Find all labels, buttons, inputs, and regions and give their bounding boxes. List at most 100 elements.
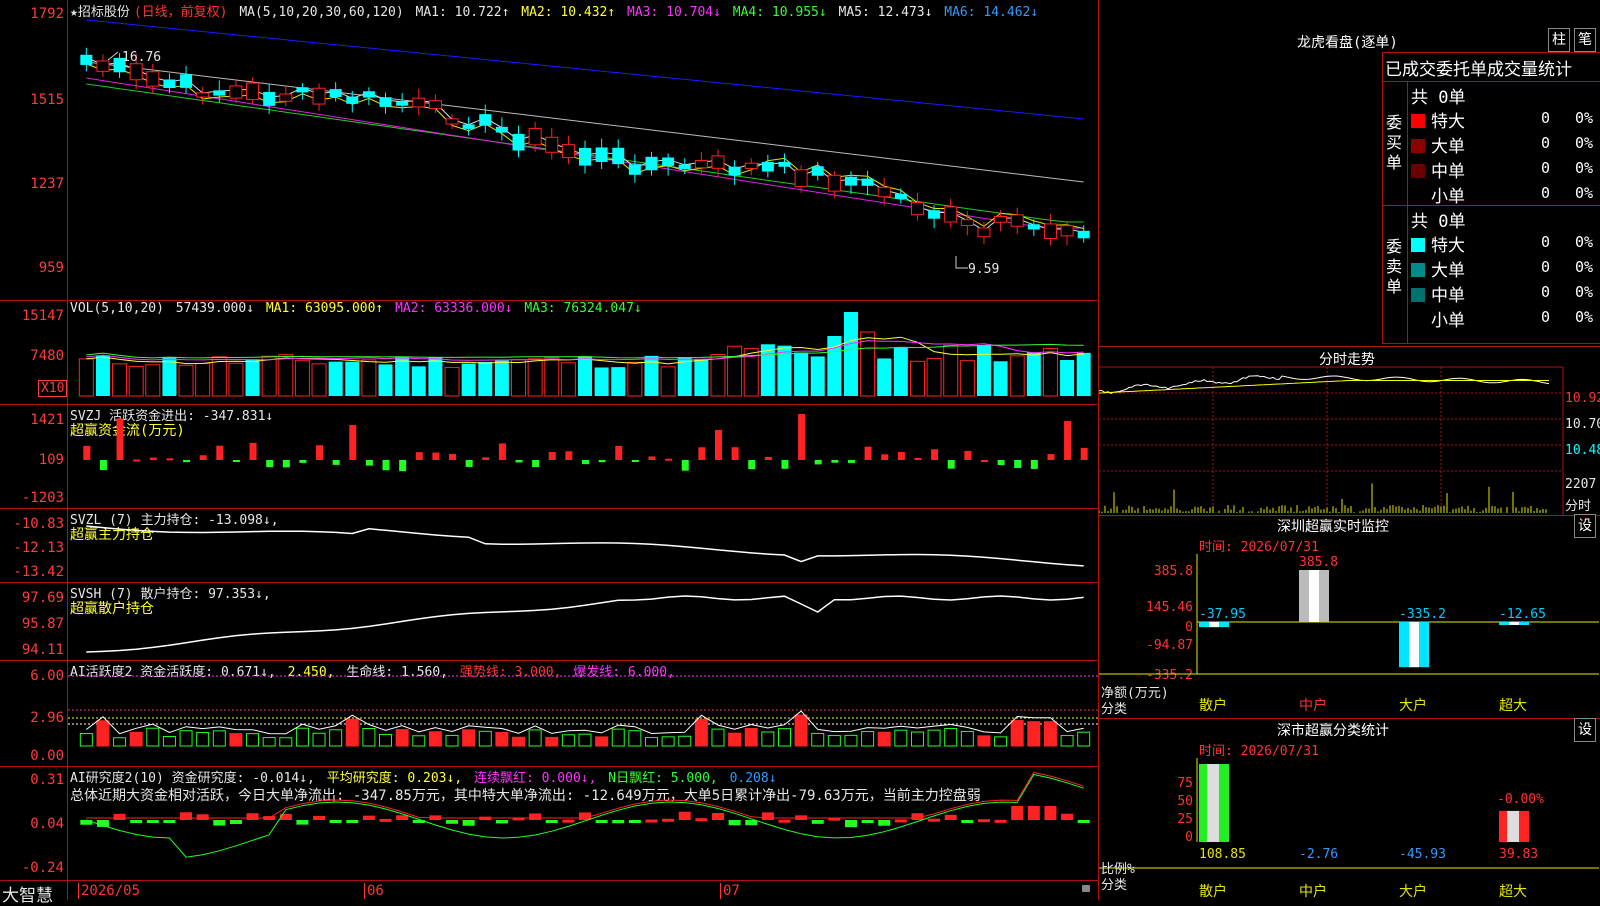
sz-class-plot[interactable]: 108.85 散户 -2.76 中户 -45.93 大户 39.83 超大 <box>1099 718 1600 900</box>
activity-bar <box>96 720 110 747</box>
research-bar <box>246 813 259 820</box>
order-percent: 0% <box>1575 109 1594 127</box>
flow-bar <box>199 455 207 460</box>
flow-bar <box>897 452 905 460</box>
candle <box>246 82 260 101</box>
order-row: 小单 0 0% <box>1411 306 1597 331</box>
activity-bar <box>960 730 974 747</box>
candle <box>1010 214 1024 227</box>
candle <box>296 87 309 93</box>
order-row: 特大 0 0% <box>1411 231 1597 256</box>
svzj-panel[interactable]: SVZJ 活跃资金进出: -347.831↓ 超赢资金流(万元) 1421 10… <box>0 404 1098 509</box>
flow-bar <box>216 445 224 460</box>
vol-bar <box>494 360 509 396</box>
ratio-label: 39.83 <box>1499 847 1538 862</box>
tick-view-button[interactable]: 笔 <box>1574 28 1596 52</box>
ai-research-panel[interactable]: AI研究度2(10) 资金研究度: -0.014↓, 平均研究度: 0.203↓… <box>0 766 1098 881</box>
kline-panel[interactable]: ★招标股份 (日线，前复权) MA(5,10,20,30,60,120) MA1:… <box>0 0 1098 301</box>
research-bar <box>562 819 575 823</box>
intraday-plot[interactable] <box>1099 347 1600 515</box>
candle <box>744 162 758 169</box>
activity-bar <box>844 734 858 747</box>
vol-bar <box>893 347 908 396</box>
flow-bar <box>798 414 806 460</box>
vol-bar <box>694 359 709 396</box>
volume-plot[interactable] <box>0 300 1098 404</box>
date-axis[interactable]: 大智慧 2026/05 06 07 <box>0 880 1098 906</box>
activity-bar <box>927 729 941 747</box>
flow-bar <box>980 459 988 462</box>
activity-bar <box>811 732 825 747</box>
vol-bar <box>361 359 377 397</box>
flow-bar <box>1014 460 1022 468</box>
vol-bar <box>760 344 775 396</box>
svsh-plot[interactable] <box>0 582 1098 660</box>
research-bar <box>146 820 159 823</box>
candle <box>396 101 409 106</box>
svzj-plot[interactable] <box>0 404 1098 508</box>
candle <box>678 164 691 170</box>
sz-monitor-plot[interactable]: -37.95 散户 385.8 中户 -335.2 大户 -12.65 超大 <box>1099 514 1600 718</box>
vol-bar <box>976 345 991 396</box>
net-bar-highlight <box>1309 570 1319 622</box>
candle <box>928 210 941 219</box>
kline-plot[interactable] <box>0 0 1098 300</box>
flow-bar <box>748 460 756 470</box>
research-bar <box>811 820 824 824</box>
research-bar <box>446 820 459 824</box>
ai2-plot[interactable] <box>0 766 1098 880</box>
activity-bar <box>512 736 526 747</box>
activity-bar <box>162 735 176 747</box>
net-bar-highlight <box>1409 622 1419 668</box>
flow-bar <box>399 460 407 472</box>
vol-bar <box>328 361 343 396</box>
research-bar <box>645 819 658 823</box>
candle <box>628 164 641 175</box>
candle <box>428 100 442 109</box>
candle <box>279 93 293 102</box>
intraday-vol-max: 2207 <box>1565 477 1597 492</box>
flow-bar <box>515 460 523 463</box>
activity-bar <box>312 732 326 747</box>
ai1-plot[interactable] <box>0 660 1098 766</box>
vol-bar <box>959 360 975 397</box>
sz-monitor-panel[interactable]: 深圳超赢实时监控 设 时间: 2026/07/31 385.8 145.46 0… <box>1099 514 1600 719</box>
lhb-title: 龙虎看盘(逐单) <box>1297 35 1398 51</box>
right-panel[interactable]: 龙虎看盘(逐单) 柱 笔 已成交委托单成交量统计 委买单 委卖单 共 0单 共 … <box>1099 0 1600 900</box>
candle <box>994 215 1008 223</box>
bar-view-button[interactable]: 柱 <box>1548 28 1570 52</box>
flow-bar <box>116 418 124 460</box>
order-count: 0 <box>1541 134 1551 152</box>
svzl-panel[interactable]: SVZL (7) 主力持仓: -13.098↓, 超赢主力持仓 -10.83 -… <box>0 508 1098 583</box>
ratio-bar-highlight <box>1207 764 1219 842</box>
activity-bar <box>777 728 791 747</box>
vol-bar <box>578 356 592 396</box>
color-swatch <box>1411 238 1425 252</box>
candle <box>180 74 193 88</box>
flow-bar <box>914 457 922 460</box>
vol-bar <box>261 355 277 397</box>
flow-bar <box>582 460 589 465</box>
activity-bar <box>1060 735 1074 747</box>
candle <box>1077 230 1090 239</box>
sz-class-panel[interactable]: 深市超赢分类统计 设 时间: 2026/07/31 75 50 25 0 108… <box>1099 718 1600 900</box>
flow-bar <box>83 445 91 460</box>
vol-bar <box>993 361 1008 396</box>
flow-bar <box>149 457 157 460</box>
volume-panel[interactable]: VOL(5,10,20) 57439.000↓ MA1: 63095.000↑ … <box>0 300 1098 405</box>
activity-bar <box>146 727 160 747</box>
vol-bar <box>1009 355 1025 397</box>
intraday-panel[interactable]: 分时走势 10.92 10.70 10.48 2207 分时 <box>1099 346 1600 516</box>
svsh-panel[interactable]: SVSH (7) 散户持仓: 97.353↓, 超赢散户持仓 97.69 95.… <box>0 582 1098 661</box>
candle <box>445 118 459 125</box>
research-bar <box>579 812 591 820</box>
category-label: 中户 <box>1299 697 1327 714</box>
svzl-plot[interactable] <box>0 508 1098 582</box>
order-row: 中单 0 0% <box>1411 281 1597 306</box>
flow-bar <box>864 446 872 460</box>
order-count: 0 <box>1541 184 1551 202</box>
chart-area[interactable]: ★招标股份 (日线，前复权) MA(5,10,20,30,60,120) MA1:… <box>0 0 1098 906</box>
sell-side-label: 委卖单 <box>1386 237 1403 296</box>
ai-activity-panel[interactable]: AI活跃度2 资金活跃度: 0.671↓, 2.450, 生命线: 1.560,… <box>0 660 1098 767</box>
date-label: 06 <box>364 883 384 899</box>
